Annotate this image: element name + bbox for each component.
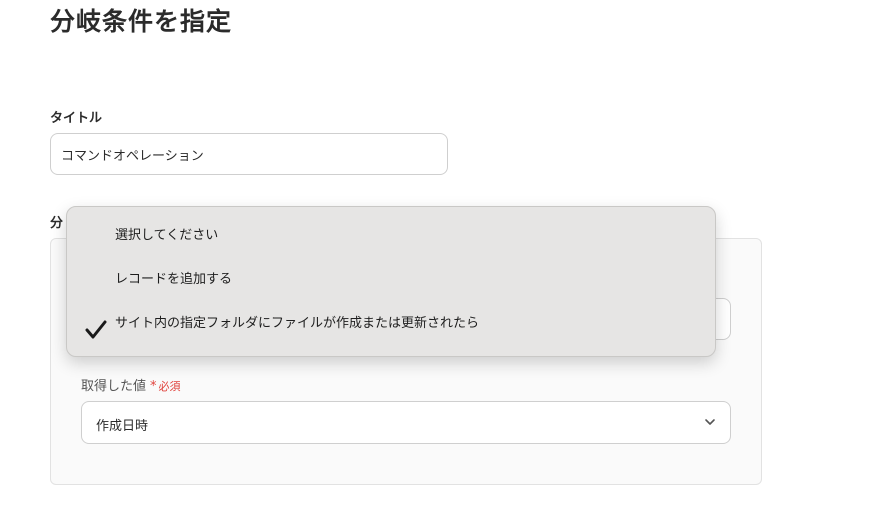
menu-item-select-prompt[interactable]: 選択してください [67,210,715,250]
menu-item-file-created-or-updated[interactable]: サイト内の指定フォルダにファイルが作成または更新されたら [67,298,715,339]
value-select[interactable]: 作成日時 [81,401,731,444]
title-label: タイトル [50,111,103,126]
branch-condition-page: 分岐条件を指定 タイトル 分 取得した値*必須 作成日時 選択してください レコ… [0,0,896,510]
menu-item-label: レコードを追加する [115,272,233,287]
value-label-text: 取得した値 [81,379,147,394]
branch-condition-label: 分 [50,216,64,231]
title-input[interactable] [50,133,448,175]
value-label: 取得した値 * 必須 [81,375,181,394]
condition-dropdown-menu: 選択してください レコードを追加する サイト内の指定フォルダにファイルが作成また… [66,206,716,357]
value-select-text: 作成日時 [96,419,149,434]
required-mark: * [150,379,157,394]
menu-item-label: サイト内の指定フォルダにファイルが作成または更新されたら [115,316,480,331]
menu-item-label: 選択してください [115,228,219,243]
check-icon [85,320,107,339]
page-title: 分岐条件を指定 [50,7,233,36]
required-text: 必須 [158,380,181,393]
menu-item-add-record[interactable]: レコードを追加する [67,254,715,294]
chevron-down-icon [705,419,715,425]
